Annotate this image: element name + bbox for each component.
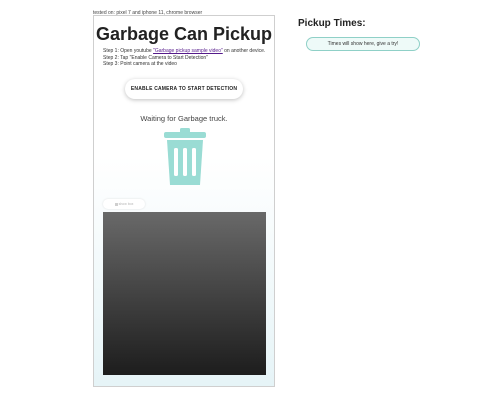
step-1: Step 1: Open youtube "Garbage pickup sam… [103, 48, 265, 55]
detection-status: Waiting for Garbage truck. [140, 114, 228, 123]
step-3: Step 3: Point camera at the video [103, 61, 177, 67]
show-box-toggle[interactable]: show box [103, 199, 145, 209]
enable-camera-button[interactable]: ENABLE CAMERA TO START DETECTION [125, 79, 243, 99]
page-title: Garbage Can Pickup [95, 24, 273, 44]
step-1-suffix: on another device. [222, 48, 266, 54]
detection-card: Garbage Can Pickup Step 1: Open youtube … [93, 15, 275, 387]
show-box-checkbox[interactable] [114, 202, 118, 206]
page: tested on: pixel 7 and iphone 11, chrome… [0, 0, 500, 400]
pickup-times-heading: Pickup Times: [298, 18, 366, 29]
show-box-label: show box [118, 202, 134, 206]
pickup-times-list: Times will show here, give a try! [306, 37, 420, 51]
step-1-prefix: Step 1: Open youtube [103, 48, 154, 54]
camera-video-feed [103, 212, 266, 375]
trash-can-icon [164, 128, 206, 185]
instructions: Step 1: Open youtube "Garbage pickup sam… [103, 48, 265, 68]
sample-video-link[interactable]: "Garbage pickup sample video" [153, 48, 223, 54]
